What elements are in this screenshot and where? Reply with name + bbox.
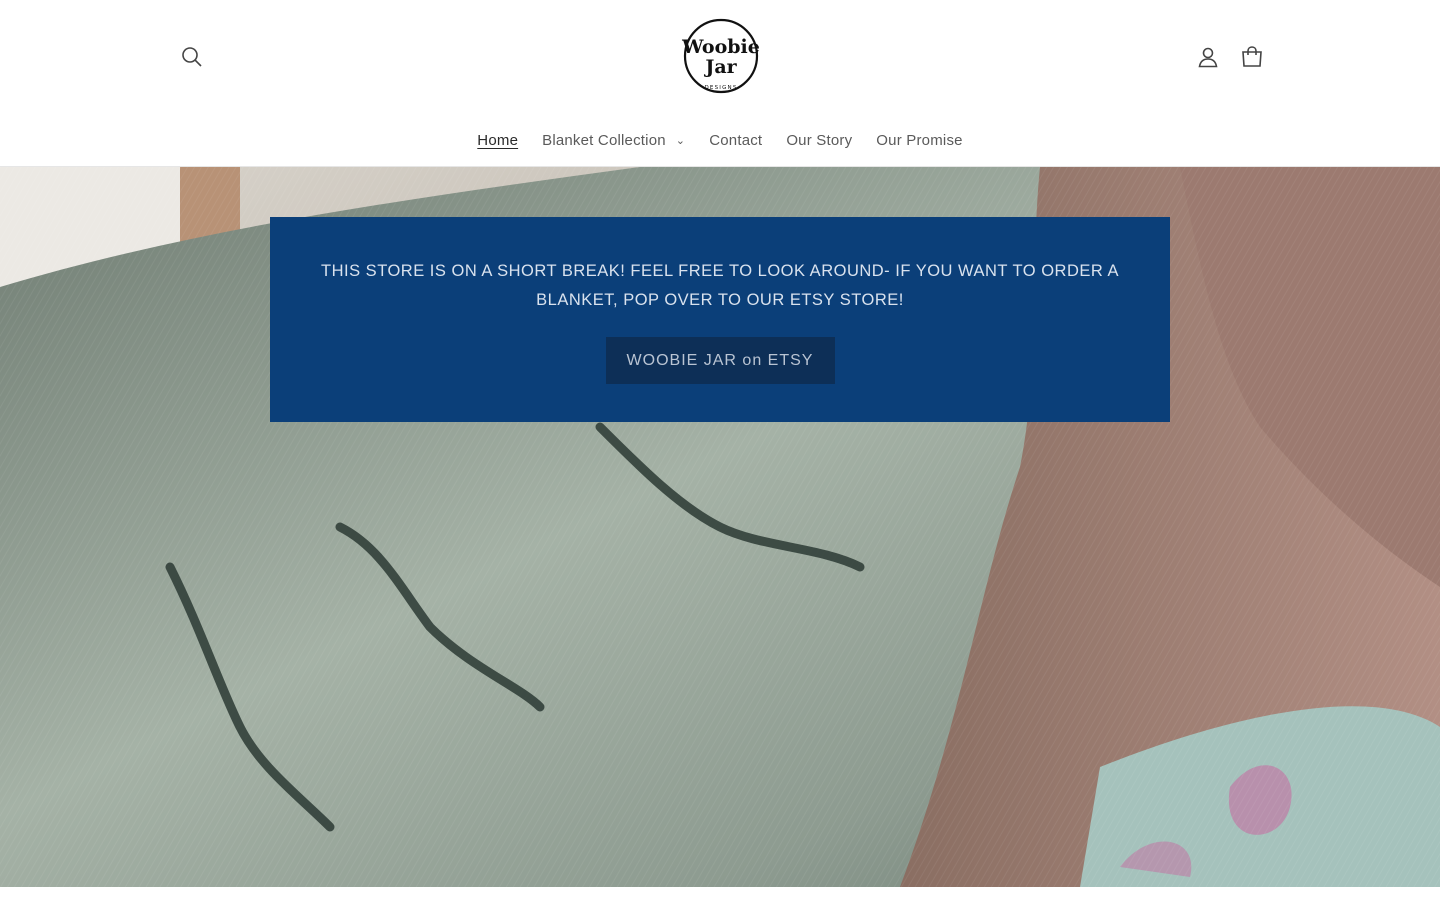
cart-button[interactable] bbox=[1230, 35, 1274, 79]
svg-text:Woobie: Woobie bbox=[681, 36, 760, 58]
cart-icon bbox=[1242, 46, 1262, 67]
chevron-down-icon: ⌄ bbox=[675, 134, 686, 147]
nav-item-our-promise[interactable]: Our Promise bbox=[864, 132, 974, 149]
nav-item-home[interactable]: Home bbox=[465, 132, 530, 149]
nav-item-label: Home bbox=[477, 131, 519, 149]
nav-item-label: Blanket Collection bbox=[542, 131, 666, 149]
account-icon bbox=[1198, 47, 1218, 68]
nav-item-our-story[interactable]: Our Story bbox=[774, 132, 864, 149]
nav-item-label: Our Promise bbox=[876, 131, 963, 149]
nav-item-blanket-collection[interactable]: Blanket Collection ⌄ bbox=[530, 132, 697, 149]
nav-item-label: Our Story bbox=[786, 131, 853, 149]
store-logo[interactable]: Woobie Jar DESIGNS bbox=[681, 18, 761, 96]
svg-text:Jar: Jar bbox=[703, 56, 737, 78]
nav-item-label: Contact bbox=[709, 131, 763, 149]
main-navigation: Home Blanket Collection ⌄ Contact Our St… bbox=[0, 122, 1440, 158]
account-button[interactable] bbox=[1186, 35, 1230, 79]
hero-image: THIS STORE IS ON A SHORT BREAK! FEEL FRE… bbox=[0, 167, 1440, 887]
page-bottom-strip bbox=[0, 887, 1440, 900]
banner-message: THIS STORE IS ON A SHORT BREAK! FEEL FRE… bbox=[321, 262, 1119, 309]
svg-text:DESIGNS: DESIGNS bbox=[704, 85, 737, 91]
store-break-banner: THIS STORE IS ON A SHORT BREAK! FEEL FRE… bbox=[270, 217, 1170, 422]
etsy-store-button[interactable]: WOOBIE JAR on ETSY bbox=[605, 337, 835, 384]
nav-item-contact[interactable]: Contact bbox=[697, 132, 774, 149]
search-icon bbox=[182, 47, 202, 67]
search-button[interactable] bbox=[170, 35, 214, 79]
site-header: Woobie Jar DESIGNS Home Blanket Collecti… bbox=[0, 0, 1440, 167]
